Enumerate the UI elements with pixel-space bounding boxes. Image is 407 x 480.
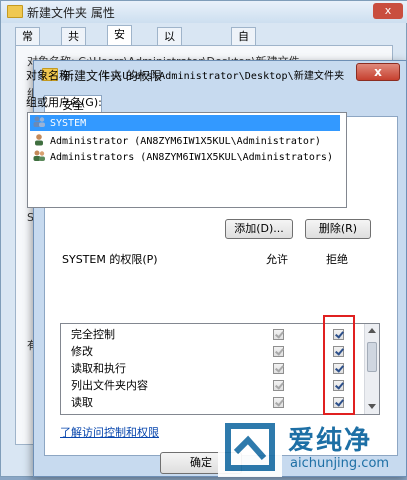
tab-sharing[interactable]: 共享 — [61, 27, 86, 61]
allow-checkbox[interactable] — [273, 346, 284, 357]
object-name-value: C:\Users\Administrator\Desktop\新建文件夹 — [104, 71, 345, 82]
allow-header: 允许 — [266, 253, 288, 266]
scroll-down-icon[interactable] — [368, 404, 376, 409]
remove-button[interactable]: 删除(R) — [305, 219, 371, 239]
deny-header: 拒绝 — [326, 253, 348, 266]
properties-close-button[interactable]: x — [373, 3, 403, 19]
user-row-system[interactable]: SYSTEM — [30, 115, 340, 131]
allow-checkbox[interactable] — [273, 329, 284, 340]
user-name: Administrators (AN8ZYM6IW1X5KUL\Administ… — [50, 152, 333, 163]
permission-name: 完全控制 — [71, 328, 115, 341]
permissions-scrollbar[interactable] — [364, 324, 379, 414]
dialog-close-button[interactable]: x — [356, 63, 400, 81]
permission-name: 读取 — [71, 396, 93, 409]
scroll-thumb[interactable] — [367, 342, 377, 372]
scroll-up-icon[interactable] — [368, 328, 376, 333]
permissions-header: SYSTEM 的权限(P) — [62, 253, 158, 266]
permission-row: 读取 — [71, 394, 93, 411]
user-list[interactable]: SYSTEM Administrator (AN8ZYM6IW1X5KUL\Ad… — [27, 112, 347, 208]
watermark: 爱纯净 aichunjing.com — [218, 418, 407, 477]
access-control-link[interactable]: 了解访问控制和权限 — [60, 424, 159, 440]
permission-name: 修改 — [71, 345, 93, 358]
tab-general[interactable]: 常规 — [15, 27, 40, 61]
logo-icon — [225, 423, 275, 471]
watermark-logo — [218, 418, 282, 477]
allow-checkbox[interactable] — [273, 380, 284, 391]
permission-name: 读取和执行 — [71, 362, 126, 375]
user-name: Administrator (AN8ZYM6IW1X5KUL\Administr… — [50, 136, 321, 147]
tab-customize[interactable]: 自定义 — [231, 27, 256, 79]
user-name: SYSTEM — [50, 118, 87, 129]
permission-row: 修改 — [71, 343, 93, 360]
deny-highlight-box — [323, 315, 355, 415]
watermark-url: aichunjing.com — [290, 456, 390, 471]
permission-row: 读取和执行 — [71, 360, 126, 377]
allow-checkbox[interactable] — [273, 363, 284, 374]
tab-previous-versions[interactable]: 以前的版本 — [157, 27, 182, 115]
group-or-user-label: 组或用户名(G): — [26, 96, 102, 109]
users-group-icon — [33, 150, 45, 161]
allow-checkbox[interactable] — [273, 397, 284, 408]
user-row-administrators[interactable]: Administrators (AN8ZYM6IW1X5KUL\Administ… — [30, 149, 344, 165]
permission-row: 列出文件夹内容 — [71, 377, 148, 394]
object-name-label: 对象名称: — [26, 69, 74, 82]
tab-security[interactable]: 安全 — [107, 25, 132, 59]
folder-icon — [7, 5, 23, 18]
users-group-icon — [33, 116, 45, 127]
watermark-brand: 爱纯净 — [288, 426, 373, 456]
permission-name: 列出文件夹内容 — [71, 379, 148, 392]
user-row-administrator[interactable]: Administrator (AN8ZYM6IW1X5KUL\Administr… — [30, 133, 344, 149]
properties-title: 新建文件夹 属性 — [27, 6, 115, 20]
properties-titlebar: 新建文件夹 属性 x — [1, 1, 407, 23]
permission-row: 完全控制 — [71, 326, 115, 343]
add-button[interactable]: 添加(D)... — [225, 219, 293, 239]
user-icon — [35, 134, 43, 146]
